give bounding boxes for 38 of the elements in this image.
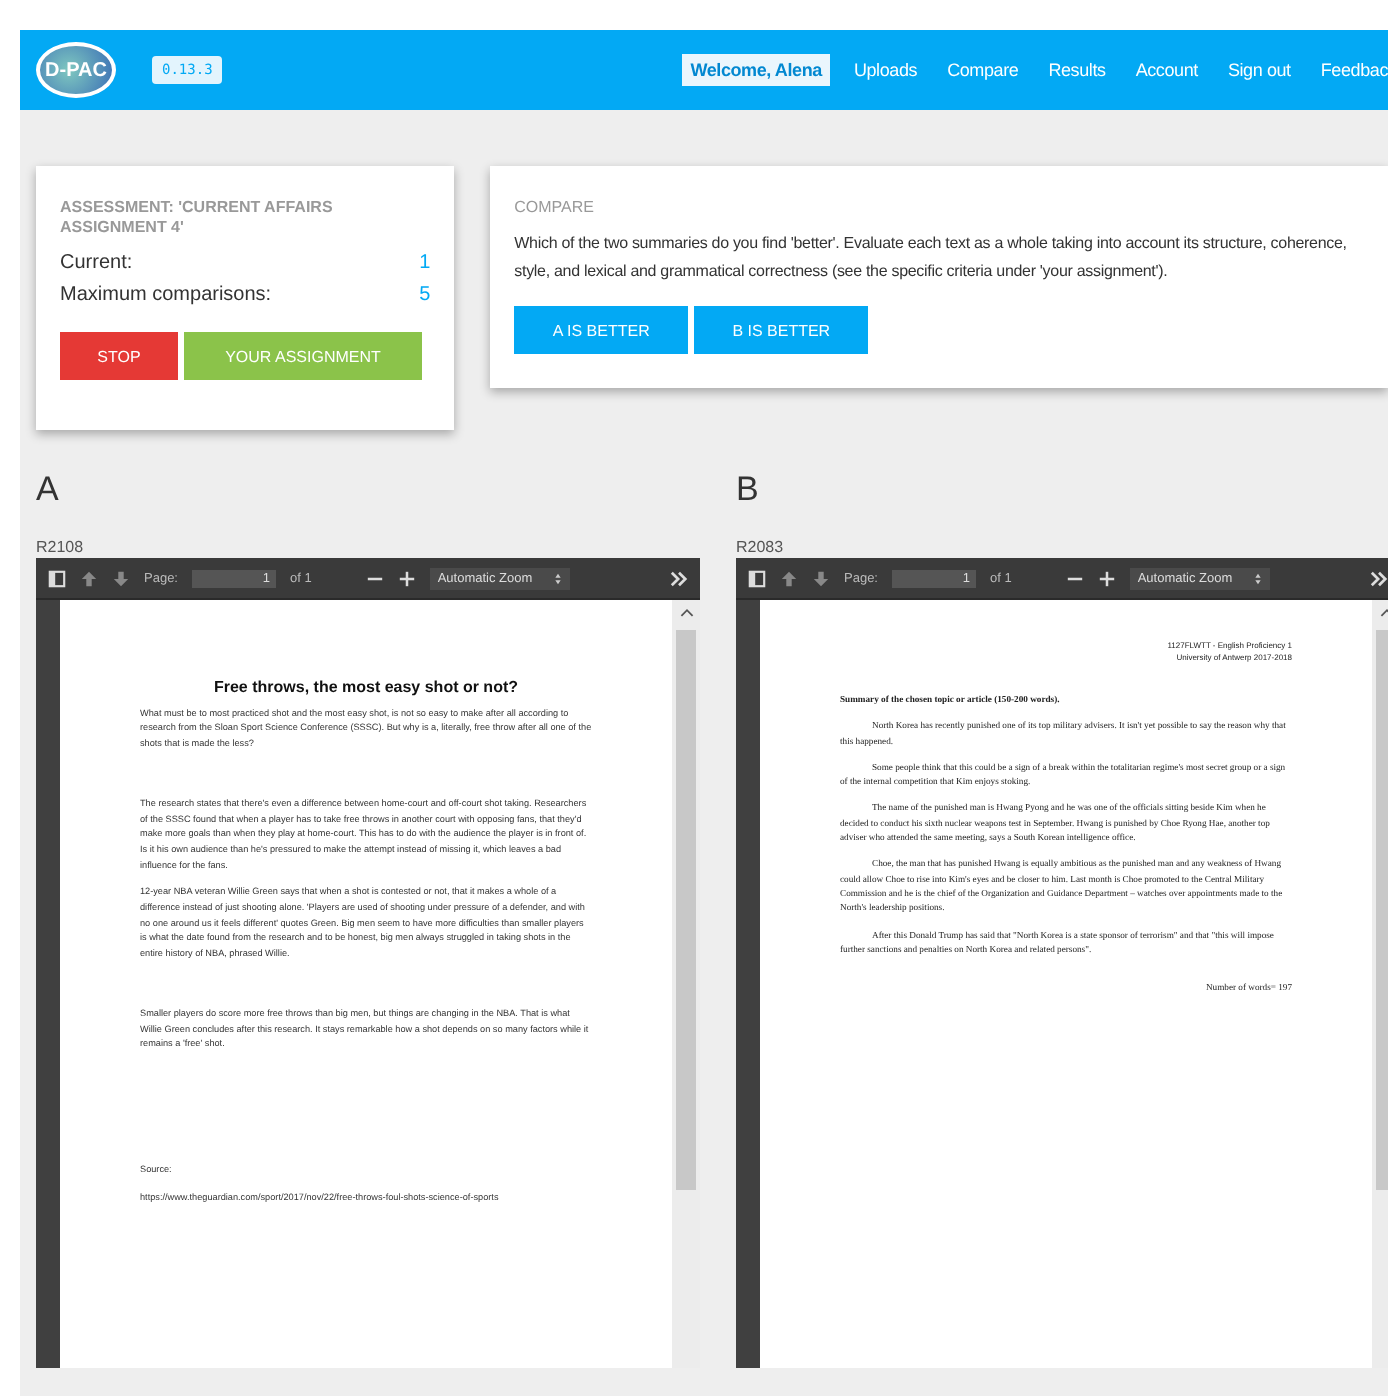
choice-button[interactable]: A IS BETTER xyxy=(514,306,689,354)
updown-arrows-icon xyxy=(553,571,562,585)
welcome-badge: Welcome, Alena xyxy=(682,54,830,86)
arrow-up-icon[interactable] xyxy=(80,569,98,587)
choice-button[interactable]: B IS BETTER xyxy=(694,306,869,354)
scroll-up-icon[interactable] xyxy=(679,608,693,618)
stop-button[interactable]: STOP xyxy=(60,332,178,380)
document-code: R2083 xyxy=(736,538,786,558)
arrow-up-icon[interactable] xyxy=(780,569,798,587)
sidebar-toggle-icon[interactable] xyxy=(48,569,66,587)
updown-arrows-icon xyxy=(1253,571,1262,585)
stat-value: 1 xyxy=(419,250,431,278)
more-tools-icon[interactable] xyxy=(1370,569,1388,587)
stat-value: 5 xyxy=(419,282,431,310)
document-letter: A xyxy=(36,470,61,510)
assessment-title: ASSESSMENT: 'CURRENT AFFAIRS ASSIGNMENT 4' xyxy=(60,198,335,238)
nav-link[interactable]: Uploads xyxy=(853,60,918,80)
arrow-down-icon[interactable] xyxy=(812,569,830,587)
document-title: Free throws, the most easy shot or not? xyxy=(211,680,521,696)
more-tools-icon[interactable] xyxy=(670,569,688,587)
arrow-down-icon[interactable] xyxy=(112,569,130,587)
nav-link[interactable]: Sign out xyxy=(1227,60,1291,80)
compare-instructions: Which of the two summaries do you find 'better'. Evaluate each text as a whole taking into account its structure, coherence, style, and lexical and grammatical correctness (see the specific criteria under 'your assignment'). xyxy=(514,232,1349,284)
sidebar-toggle-icon[interactable] xyxy=(748,569,766,587)
nav-link[interactable]: Account xyxy=(1135,60,1198,80)
nav-link[interactable]: Feedbac xyxy=(1320,60,1388,80)
assignment-button[interactable]: YOUR ASSIGNMENT xyxy=(184,332,422,380)
stat-label: Current: xyxy=(60,250,133,278)
zoom-in-icon[interactable] xyxy=(1097,569,1116,587)
logo[interactable]: D-PAC xyxy=(36,42,116,98)
document-letter: B xyxy=(736,470,761,510)
document-code: R2108 xyxy=(36,538,86,558)
stat-label: Maximum comparisons: xyxy=(60,282,272,310)
compare-title: COMPARE xyxy=(514,198,596,218)
nav-link[interactable]: Results xyxy=(1048,60,1106,80)
zoom-in-icon[interactable] xyxy=(397,569,416,587)
nav-link[interactable]: Compare xyxy=(947,60,1019,80)
scrollbar[interactable] xyxy=(672,600,700,1368)
